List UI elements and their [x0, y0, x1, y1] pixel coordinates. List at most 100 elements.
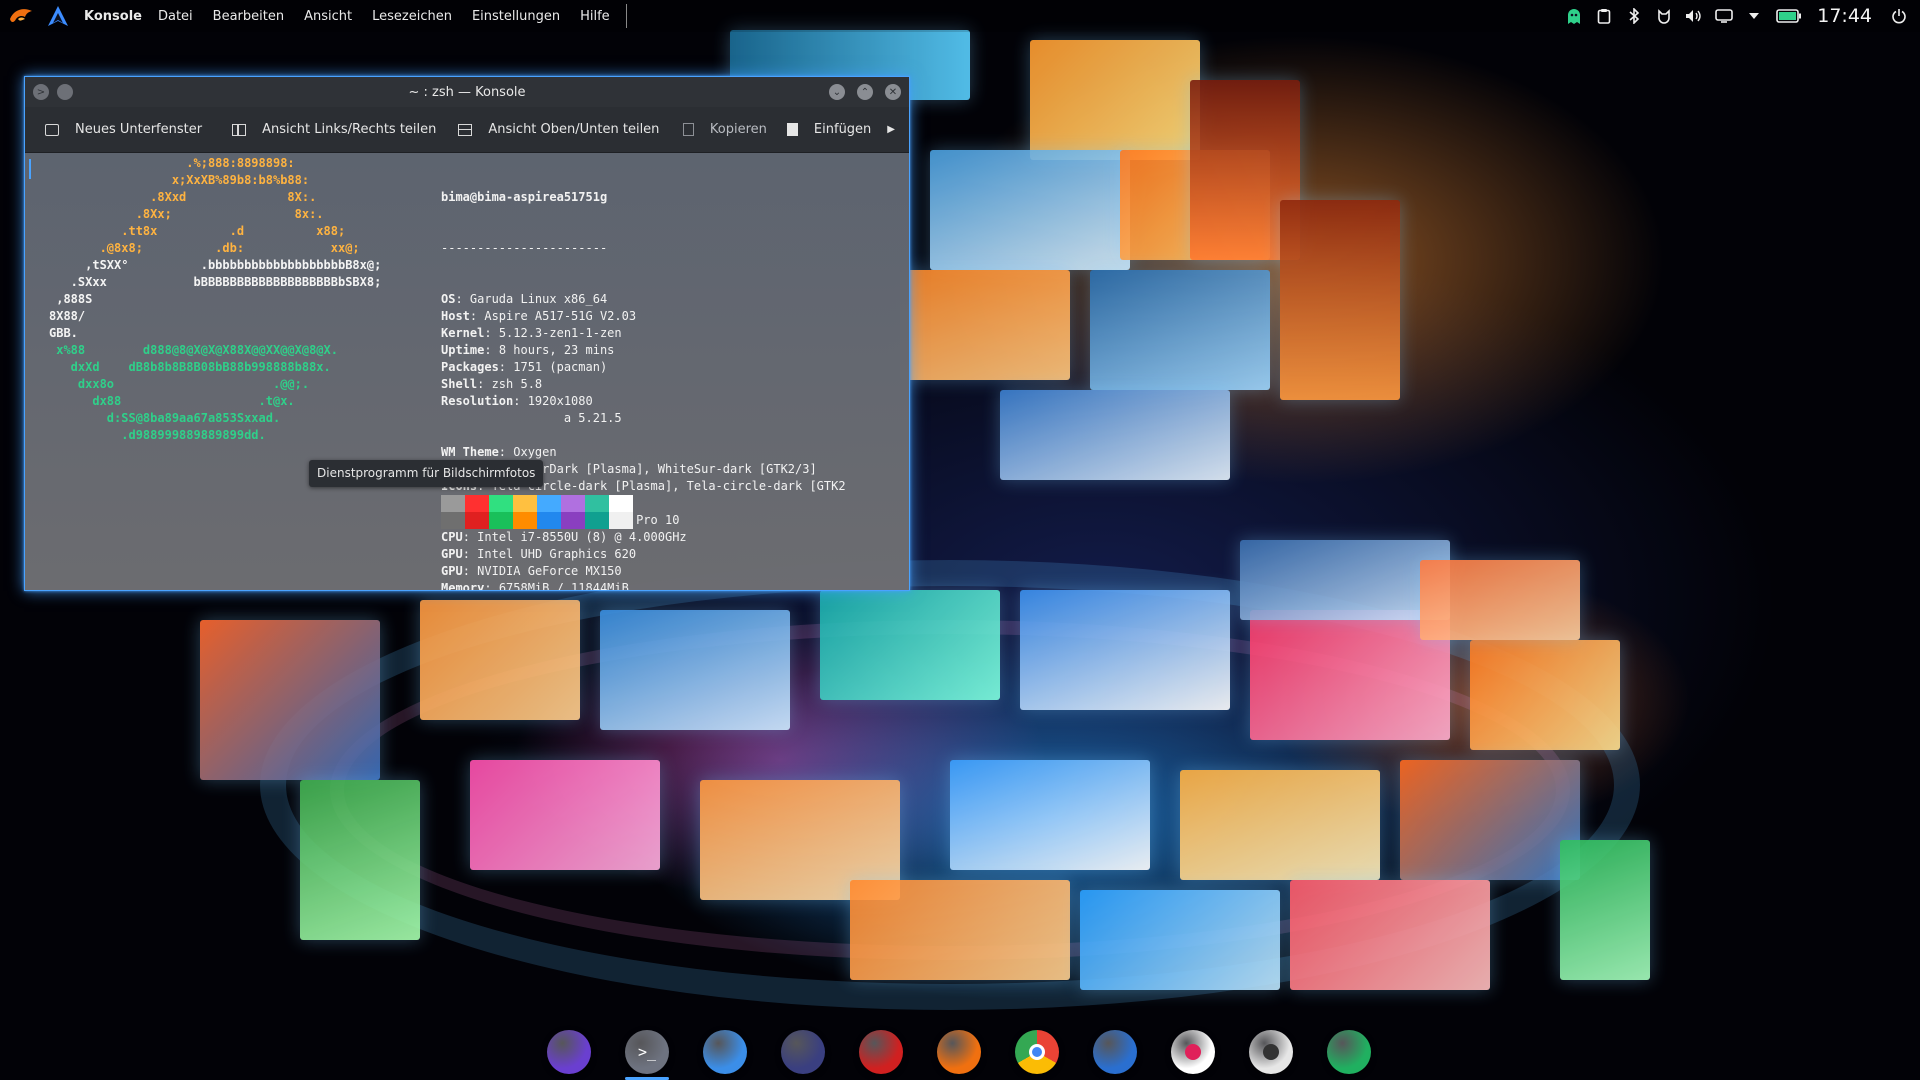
garuda-logo-icon[interactable]: [8, 5, 34, 27]
ascii-line: .%;888:8898898:: [49, 156, 295, 170]
color-swatch: [489, 495, 513, 529]
dock-item[interactable]: [1323, 1030, 1375, 1080]
dock-item[interactable]: [1089, 1030, 1141, 1080]
menu-divider: [625, 4, 627, 28]
maximize-icon[interactable]: ⌃: [857, 84, 873, 100]
ascii-line: x;XxXB%89b8:b8%b88:: [49, 173, 310, 187]
expand-icon[interactable]: [1745, 7, 1763, 25]
terminal-area[interactable]: .%;888:8898898: x;XxXB%89b8:b8%b88: .8Xx…: [25, 153, 909, 590]
info-key: Resolution: [441, 394, 514, 408]
dock-item[interactable]: [543, 1030, 595, 1080]
info-line: GPU: NVIDIA GeForce MX150: [441, 564, 622, 578]
menu-datei[interactable]: Datei: [148, 9, 203, 24]
info-line: GPU: Intel UHD Graphics 620: [441, 547, 637, 561]
garuda-eagle-icon: [547, 1030, 591, 1074]
clock[interactable]: 17:44: [1817, 5, 1872, 27]
info-value: Tela-circle-dark [Plasma], Tela-circle-d…: [491, 479, 846, 493]
photo-viewer-icon: [1327, 1030, 1371, 1074]
battery-icon[interactable]: [1775, 7, 1803, 25]
color-swatch: [537, 495, 561, 529]
info-key: Uptime: [441, 343, 485, 357]
top-panel: Konsole Datei Bearbeiten Ansicht Lesezei…: [0, 0, 1920, 32]
system-monitor-icon: [781, 1030, 825, 1074]
ascii-line: 8X88/: [49, 309, 86, 323]
screen-recorder-icon: [1171, 1030, 1215, 1074]
info-value: Oxygen: [513, 445, 557, 459]
ascii-line: dxXd dB8b8b8B8B08bB88b998888b88x.: [49, 360, 331, 374]
dock-item[interactable]: [777, 1030, 829, 1080]
ascii-line: ,tSXX° .bbbbbbbbbbbbbbbbbbbB8x@;: [49, 258, 382, 272]
split-top-bottom-button[interactable]: Ansicht Oben/Unten teilen: [458, 122, 659, 137]
dock-item[interactable]: [699, 1030, 751, 1080]
info-line: OS: Garuda Linux x86_64: [441, 292, 608, 306]
menu-lesezeichen[interactable]: Lesezeichen: [362, 9, 462, 24]
neofetch-ascii-logo: .%;888:8898898: x;XxXB%89b8:b8%b88: .8Xx…: [49, 155, 381, 444]
ascii-line: .8Xxd 8X:.: [49, 190, 317, 204]
display-icon[interactable]: [1715, 7, 1734, 25]
split-left-right-button[interactable]: Ansicht Links/Rechts teilen: [232, 122, 436, 137]
power-icon[interactable]: [1890, 7, 1908, 25]
ascii-line: dxx8o .@@;.: [49, 377, 310, 391]
menu-ansicht[interactable]: Ansicht: [294, 9, 362, 24]
info-value: 5.12.3-zen1-1-zen: [498, 326, 622, 340]
active-app-name: Konsole: [84, 8, 142, 24]
ghost-icon[interactable]: [1565, 7, 1583, 25]
close-icon[interactable]: ✕: [885, 84, 901, 100]
info-key: GPU: [441, 564, 463, 578]
paste-button[interactable]: Einfügen: [786, 122, 871, 137]
ascii-line: GBB.: [49, 326, 78, 340]
dock-item[interactable]: [855, 1030, 907, 1080]
dock: >_: [543, 1030, 1375, 1080]
ascii-line: dx88 .t@x.: [49, 394, 295, 408]
split-top-bottom-label: Ansicht Oben/Unten teilen: [488, 122, 660, 137]
dock-item[interactable]: [1245, 1030, 1297, 1080]
info-value: zsh 5.8: [491, 377, 543, 391]
dock-item[interactable]: >_: [621, 1030, 673, 1080]
color-swatch: [441, 495, 465, 529]
dock-item[interactable]: [1167, 1030, 1219, 1080]
dragon-icon[interactable]: [1655, 7, 1673, 25]
info-line: Resolution: 1920x1080: [441, 394, 593, 408]
info-key: GPU: [441, 547, 463, 561]
ascii-line: ,888S: [49, 292, 93, 306]
info-value: 8 hours, 23 mins: [498, 343, 615, 357]
file-manager-icon: [703, 1030, 747, 1074]
window-titlebar[interactable]: > ~ : zsh — Konsole ⌄ ⌃ ✕: [25, 77, 909, 107]
info-key: Packages: [441, 360, 499, 374]
info-key: Memory: [441, 581, 485, 591]
launcher-icon[interactable]: [46, 4, 70, 28]
toolbar-overflow-icon[interactable]: ▶: [887, 124, 895, 135]
camera-icon: [1249, 1030, 1293, 1074]
info-separator: -----------------------: [441, 241, 608, 255]
info-value: Garuda Linux x86_64: [469, 292, 608, 306]
info-value: NVIDIA GeForce MX150: [477, 564, 622, 578]
clipboard-icon[interactable]: [1595, 7, 1613, 25]
split-left-right-label: Ansicht Links/Rechts teilen: [262, 122, 437, 137]
color-swatch: [513, 495, 537, 529]
info-value: [441, 428, 448, 442]
minimize-icon[interactable]: ⌄: [829, 84, 845, 100]
menu-bearbeiten[interactable]: Bearbeiten: [203, 9, 294, 24]
bluetooth-icon[interactable]: [1625, 7, 1643, 25]
info-value: a 5.21.5: [441, 411, 622, 425]
konsole-window: > ~ : zsh — Konsole ⌄ ⌃ ✕ Neues Unterfen…: [24, 76, 910, 591]
dock-item[interactable]: [1011, 1030, 1063, 1080]
menu-einstellungen[interactable]: Einstellungen: [462, 9, 570, 24]
info-line: Kernel: 5.12.3-zen1-1-zen: [441, 326, 622, 340]
ascii-line: .tt8x .d x88;: [49, 224, 346, 238]
ascii-line: .8Xx; 8x:.: [49, 207, 324, 221]
info-key: Host: [441, 309, 470, 323]
copy-icon: [682, 123, 694, 136]
color-swatch: [465, 495, 489, 529]
dock-item[interactable]: [933, 1030, 985, 1080]
chrome-icon: [1015, 1030, 1059, 1074]
new-tab-label: Neues Unterfenster: [75, 122, 203, 137]
new-tab-button[interactable]: Neues Unterfenster: [45, 122, 202, 137]
volume-icon[interactable]: [1685, 7, 1703, 25]
paste-icon: [786, 123, 798, 136]
terminal-cursor: [29, 159, 31, 179]
ascii-line: d:SS@8ba89aa67a853Sxxad.: [49, 411, 281, 425]
ascii-line: x%88 d888@8@X@X@X88X@@XX@@X@8@X.: [49, 343, 338, 357]
menu-hilfe[interactable]: Hilfe: [570, 9, 620, 24]
copy-button[interactable]: Kopieren: [682, 122, 767, 137]
